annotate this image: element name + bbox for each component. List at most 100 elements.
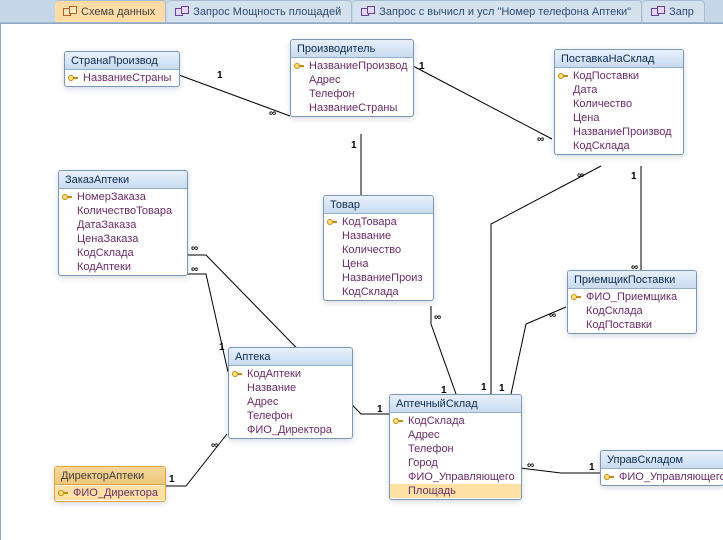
cardinality-one: 1 — [219, 342, 225, 353]
field[interactable]: КодСклада — [568, 304, 696, 318]
fields: НомерЗаказа КоличествоТовара ДатаЗаказа … — [59, 189, 187, 275]
field[interactable]: НазваниеПроизвод — [555, 125, 683, 139]
key-icon — [604, 471, 616, 483]
cardinality-many: ∞ — [211, 440, 218, 451]
field[interactable]: Название — [324, 229, 433, 243]
field[interactable]: Адрес — [291, 73, 413, 87]
field[interactable]: ФИО_Приемщика — [568, 290, 696, 304]
cardinality-many: ∞ — [269, 108, 276, 119]
field[interactable]: ДатаЗаказа — [59, 218, 187, 232]
field[interactable]: КодАптеки — [229, 367, 352, 381]
field[interactable]: КодАптеки — [59, 260, 187, 274]
field[interactable]: НазваниеПроиз — [324, 271, 433, 285]
field-selected[interactable]: Площадь — [390, 484, 521, 498]
cardinality-many: ∞ — [434, 312, 441, 323]
field[interactable]: Адрес — [390, 428, 521, 442]
fields: НазваниеПроизвод Адрес Телефон НазваниеС… — [291, 58, 413, 116]
field[interactable]: ФИО_Управляющего — [390, 470, 521, 484]
key-icon — [232, 368, 244, 380]
entity-priemshik-postavki[interactable]: ПриемщикПоставки ФИО_Приемщика КодСклада… — [567, 270, 697, 334]
cardinality-one: 1 — [589, 462, 595, 473]
key-icon — [68, 72, 80, 84]
entity-direktor-apteki[interactable]: ДиректорАптеки ФИО_Директора — [54, 466, 166, 502]
tab-query-2[interactable]: Запрос с вычисл и усл "Номер телефона Ап… — [353, 0, 642, 22]
field[interactable]: НазваниеСтраны — [291, 101, 413, 115]
field[interactable]: Город — [390, 456, 521, 470]
key-icon — [294, 60, 306, 72]
cardinality-many: ∞ — [527, 460, 534, 471]
entity-strana-proizvod[interactable]: СтранаПроизвод НазваниеСтраны — [64, 51, 180, 87]
field[interactable]: Количество — [555, 97, 683, 111]
tab-query-1[interactable]: Запрос Мощность площадей — [167, 0, 352, 22]
tab-query-3[interactable]: Запр — [643, 0, 705, 22]
field[interactable]: Телефон — [390, 442, 521, 456]
fields: ФИО_Управляющего — [601, 469, 723, 485]
entity-zakaz-apteki[interactable]: ЗаказАптеки НомерЗаказа КоличествоТовара… — [58, 170, 188, 276]
cardinality-one: 1 — [481, 382, 487, 393]
query-icon — [651, 6, 665, 18]
field[interactable]: КодПоставки — [555, 69, 683, 83]
cardinality-many: ∞ — [537, 134, 544, 145]
field[interactable]: Цена — [555, 111, 683, 125]
field[interactable]: НомерЗаказа — [59, 190, 187, 204]
field[interactable]: Телефон — [229, 409, 352, 423]
cardinality-one: 1 — [217, 70, 223, 81]
key-icon — [327, 216, 339, 228]
field[interactable]: Количество — [324, 243, 433, 257]
fields: ФИО_Приемщика КодСклада КодПоставки — [568, 289, 696, 333]
relationships-canvas[interactable]: 1 ∞ 1 ∞ 1 ∞ ∞ 1 ∞ 1 ∞ 1 ∞ 1 ∞ 1 ∞ 1 1 ∞ … — [0, 23, 723, 540]
entity-postavka-na-sklad[interactable]: ПоставкаНаСклад КодПоставки Дата Количес… — [554, 49, 684, 155]
field[interactable]: ЦенаЗаказа — [59, 232, 187, 246]
fields: НазваниеСтраны — [65, 70, 179, 86]
cardinality-many: ∞ — [549, 310, 556, 321]
entity-title: УправСкладом — [601, 451, 723, 469]
key-icon — [571, 291, 583, 303]
entity-title: Производитель — [291, 40, 413, 58]
entity-proizvoditel[interactable]: Производитель НазваниеПроизвод Адрес Тел… — [290, 39, 414, 117]
field[interactable]: Адрес — [229, 395, 352, 409]
tab-label: Запрос с вычисл и усл "Номер телефона Ап… — [379, 6, 631, 18]
field[interactable]: КоличествоТовара — [59, 204, 187, 218]
field[interactable]: КодСклада — [324, 285, 433, 299]
cardinality-one: 1 — [419, 61, 425, 72]
field[interactable]: КодТовара — [324, 215, 433, 229]
cardinality-many: ∞ — [191, 264, 198, 275]
fields: КодТовара Название Количество Цена Назва… — [324, 214, 433, 300]
key-icon — [558, 70, 570, 82]
field[interactable]: НазваниеСтраны — [65, 71, 179, 85]
fields: ФИО_Директора — [55, 485, 165, 501]
field[interactable]: ФИО_Управляющего — [601, 470, 723, 484]
fields: КодАптеки Название Адрес Телефон ФИО_Дир… — [229, 366, 352, 438]
entity-title: ПоставкаНаСклад — [555, 50, 683, 68]
entity-title: ПриемщикПоставки — [568, 271, 696, 289]
entity-aptechnyj-sklad[interactable]: АптечныйСклад КодСклада Адрес Телефон Го… — [389, 394, 522, 500]
tab-label: Схема данных — [81, 6, 155, 18]
entity-title: Аптека — [229, 348, 352, 366]
entity-apteka[interactable]: Аптека КодАптеки Название Адрес Телефон … — [228, 347, 353, 439]
field-selected[interactable]: ФИО_Директора — [55, 486, 165, 500]
field[interactable]: КодСклада — [59, 246, 187, 260]
field[interactable]: Цена — [324, 257, 433, 271]
query-icon — [361, 6, 375, 18]
field[interactable]: КодСклада — [390, 414, 521, 428]
field[interactable]: Название — [229, 381, 352, 395]
tab-label: Запрос Мощность площадей — [193, 6, 341, 18]
field[interactable]: ФИО_Директора — [229, 423, 352, 437]
cardinality-many: ∞ — [577, 170, 584, 181]
cardinality-one: 1 — [631, 171, 637, 182]
cardinality-many: ∞ — [191, 243, 198, 254]
entity-title: ДиректорАптеки — [55, 467, 165, 485]
field[interactable]: Дата — [555, 83, 683, 97]
tab-relationships[interactable]: Схема данных — [55, 0, 166, 22]
field[interactable]: КодСклада — [555, 139, 683, 153]
entity-tovar[interactable]: Товар КодТовара Название Количество Цена… — [323, 195, 434, 301]
field[interactable]: Телефон — [291, 87, 413, 101]
relationships-icon — [63, 6, 77, 18]
key-icon — [393, 415, 405, 427]
field[interactable]: КодПоставки — [568, 318, 696, 332]
field[interactable]: НазваниеПроизвод — [291, 59, 413, 73]
fields: КодСклада Адрес Телефон Город ФИО_Управл… — [390, 413, 521, 499]
cardinality-one: 1 — [377, 404, 383, 415]
entity-uprav-skladom[interactable]: УправСкладом ФИО_Управляющего — [600, 450, 723, 486]
cardinality-one: 1 — [499, 383, 505, 394]
